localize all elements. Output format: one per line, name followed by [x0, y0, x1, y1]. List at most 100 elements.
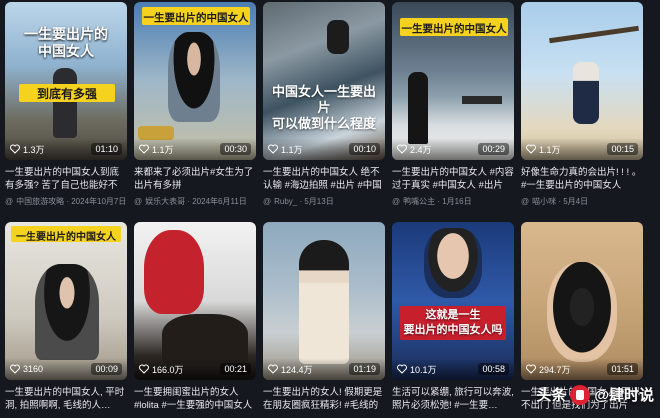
- like-count: 124.4万: [281, 364, 313, 375]
- duration: 01:10: [91, 143, 122, 155]
- video-author[interactable]: @ 喵小咪 · 5月4日: [521, 196, 643, 207]
- video-title[interactable]: 一生要出片的中国女人 绝不认输 #海边拍照 #出片 #中国女…: [263, 166, 385, 192]
- heart-icon: [397, 364, 407, 374]
- video-thumbnail[interactable]: 166.0万 00:21: [134, 222, 256, 380]
- video-thumbnail[interactable]: 一生要出片的 中国女人 到底有多强 1.3万 01:10: [5, 2, 127, 160]
- like-count: 1.3万: [23, 144, 45, 155]
- likes: 1.1万: [268, 143, 303, 156]
- video-thumbnail[interactable]: 124.4万 01:19: [263, 222, 385, 380]
- at-icon: @: [263, 197, 272, 206]
- video-title[interactable]: 好像生命力真的会出片! ! ! 。#一生要出片的中国女人: [521, 166, 643, 192]
- like-count: 2.4万: [410, 144, 432, 155]
- heart-icon: [268, 364, 278, 374]
- author-name: 中国旅游攻略 · 2024年10月7日: [16, 197, 127, 206]
- person-figure: [168, 32, 220, 122]
- video-grid: 一生要出片的 中国女人 到底有多强 1.3万 01:10 一生要出片的中国女人到…: [0, 0, 660, 418]
- video-author[interactable]: @ 鸭嘴公主 · 1月16日: [392, 196, 514, 207]
- person-figure: [144, 230, 204, 314]
- duration: 00:58: [478, 363, 509, 375]
- likes: 166.0万: [139, 363, 184, 376]
- person-figure: [53, 68, 77, 138]
- heart-icon: [10, 144, 20, 154]
- duration: 00:15: [607, 143, 638, 155]
- video-author[interactable]: @ 中国旅游攻略 · 2024年10月7日: [5, 196, 127, 207]
- likes: 1.1万: [526, 143, 561, 156]
- video-meta: 10.1万 00:58: [392, 358, 514, 380]
- at-icon: @: [521, 197, 530, 206]
- video-thumbnail[interactable]: 中国女人一生要出片 可以做到什么程度 1.1万 00:10: [263, 2, 385, 160]
- video-meta: 1.1万 00:30: [134, 138, 256, 160]
- author-name: 娱乐大表哥 · 2024年6月11日: [145, 197, 247, 206]
- like-count: 1.1万: [539, 144, 561, 155]
- duration: 00:10: [349, 143, 380, 155]
- like-count: 3160: [23, 364, 44, 374]
- thumbnail-subcaption: 到底有多强: [36, 87, 97, 101]
- likes: 1.3万: [10, 143, 45, 156]
- at-icon: @: [5, 197, 14, 206]
- video-card[interactable]: 124.4万 01:19 一生要出片的女人! 假期更是在朋友圈疯狂精彩! #毛线…: [263, 222, 385, 412]
- video-author[interactable]: @ Ruby_ · 5月13日: [263, 196, 385, 207]
- video-card[interactable]: 这就是一生 要出片的中国女人吗 10.1万 00:58 生活可以紧绷, 旅行可以…: [392, 222, 514, 412]
- video-thumbnail[interactable]: 1.1万 00:15: [521, 2, 643, 160]
- watermark: 头条 @肆时说: [536, 384, 654, 405]
- video-card[interactable]: 一生要出片的中国女人 1.1万 00:30 来都来了必须出片#女生为了出片有多拼…: [134, 2, 256, 207]
- video-author[interactable]: @ 娱乐大表哥 · 2024年6月11日: [134, 196, 256, 207]
- video-title[interactable]: 一生要出片的中国女人, 平时洞, 拍照啊啊, 毛线的人…: [5, 386, 127, 412]
- likes: 294.7万: [526, 363, 571, 376]
- likes: 1.1万: [139, 143, 174, 156]
- video-meta: 294.7万 01:51: [521, 358, 643, 380]
- author-name: 鸭嘴公主 · 1月16日: [403, 197, 472, 206]
- at-icon: @: [134, 197, 143, 206]
- duration: 01:51: [607, 363, 638, 375]
- heart-icon: [526, 144, 536, 154]
- video-thumbnail[interactable]: 这就是一生 要出片的中国女人吗 10.1万 00:58: [392, 222, 514, 380]
- video-title[interactable]: 一生要出片的中国女人到底有多强? 苦了自己也能好不能…: [5, 166, 127, 192]
- thumbnail-caption: 中国女人一生要出片 可以做到什么程度: [271, 84, 376, 131]
- heart-icon: [139, 144, 149, 154]
- watermark-brand: 头条: [536, 387, 567, 404]
- author-name: Ruby_ · 5月13日: [274, 197, 334, 206]
- thumbnail-caption: 一生要出片的中国女人: [16, 232, 116, 243]
- video-title[interactable]: 一生要出片的女人! 假期更是在朋友圈疯狂精彩! #毛线的人…: [263, 386, 385, 412]
- person-figure: [547, 262, 617, 362]
- duration: 01:19: [349, 363, 380, 375]
- video-thumbnail[interactable]: 一生要出片的中国女人 2.4万 00:29: [392, 2, 514, 160]
- video-thumbnail[interactable]: 一生要出片的中国女人 1.1万 00:30: [134, 2, 256, 160]
- like-count: 294.7万: [539, 364, 571, 375]
- video-meta: 124.4万 01:19: [263, 358, 385, 380]
- video-card[interactable]: 一生要出片的中国女人 3160 00:09 一生要出片的中国女人, 平时洞, 拍…: [5, 222, 127, 412]
- like-count: 10.1万: [410, 364, 437, 375]
- video-title[interactable]: 来都来了必须出片#女生为了出片有多拼: [134, 166, 256, 192]
- person-figure: [573, 62, 599, 124]
- video-card[interactable]: 1.1万 00:15 好像生命力真的会出片! ! ! 。#一生要出片的中国女人 …: [521, 2, 643, 207]
- video-card[interactable]: 一生要出片的 中国女人 到底有多强 1.3万 01:10 一生要出片的中国女人到…: [5, 2, 127, 207]
- video-title[interactable]: 一生要拥闺蜜出片的女人 #lolita #一生要强的中国女人 #…: [134, 386, 256, 412]
- duration: 00:29: [478, 143, 509, 155]
- video-meta: 1.1万 00:15: [521, 138, 643, 160]
- heart-icon: [397, 144, 407, 154]
- video-title[interactable]: 一生要出片的中国女人 #内容过于真实 #中国女人 #出片 #…: [392, 166, 514, 192]
- video-meta: 2.4万 00:29: [392, 138, 514, 160]
- thumbnail-caption: 一生要出片的 中国女人: [24, 26, 108, 59]
- video-thumbnail[interactable]: 294.7万 01:51: [521, 222, 643, 380]
- video-meta: 166.0万 00:21: [134, 358, 256, 380]
- video-card[interactable]: 166.0万 00:21 一生要拥闺蜜出片的女人 #lolita #一生要强的中…: [134, 222, 256, 412]
- thumbnail-caption: 这就是一生 要出片的中国女人吗: [403, 309, 503, 336]
- heart-icon: [10, 364, 20, 374]
- video-card[interactable]: 中国女人一生要出片 可以做到什么程度 1.1万 00:10 一生要出片的中国女人…: [263, 2, 385, 207]
- video-title[interactable]: 生活可以紧绷, 旅行可以奔波, 照片必须松弛! #一生要…: [392, 386, 514, 412]
- watermark-handle: @肆时说: [594, 387, 654, 404]
- dark-pile: [162, 314, 248, 364]
- like-count: 166.0万: [152, 364, 184, 375]
- video-card[interactable]: 一生要出片的中国女人 2.4万 00:29 一生要出片的中国女人 #内容过于真实…: [392, 2, 514, 207]
- branch: [549, 25, 639, 44]
- video-thumbnail[interactable]: 一生要出片的中国女人 3160 00:09: [5, 222, 127, 380]
- likes: 10.1万: [397, 363, 437, 376]
- person-figure: [299, 240, 349, 364]
- brand-logo-icon: [570, 384, 591, 405]
- heart-icon: [526, 364, 536, 374]
- at-icon: @: [392, 197, 401, 206]
- likes: 124.4万: [268, 363, 313, 376]
- video-meta: 1.3万 01:10: [5, 138, 127, 160]
- duration: 00:21: [220, 363, 251, 375]
